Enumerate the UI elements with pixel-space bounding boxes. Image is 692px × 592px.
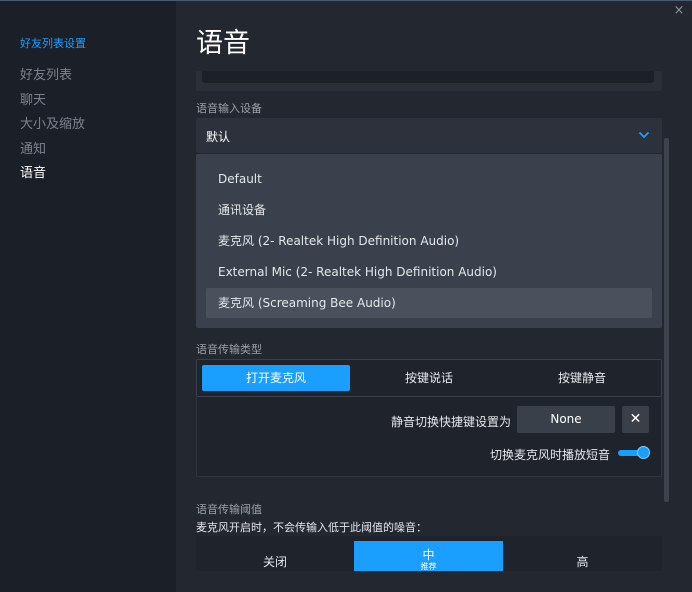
input-device-dropdown: Default 通讯设备 麦克风 (2- Realtek High Defini… [196,154,662,328]
main-content: 语音 × 语音输入设备 默认 Default 通讯设备 麦克风 (2- Real… [176,1,692,592]
threshold-description: 麦克风开启时，不会传输入低于此阈值的噪音： [196,521,427,534]
transmission-push-to-talk-button[interactable]: 按键说话 [355,365,503,391]
transmission-type-label: 语音传输类型 [196,343,262,356]
page-title: 语音 [196,28,250,59]
dropdown-option-external-mic[interactable]: External Mic (2- Realtek High Definition… [206,257,652,287]
input-device-selected-value: 默认 [206,130,231,144]
threshold-recommended-label: 推荐 [420,562,437,571]
threshold-medium-label: 中 [422,548,435,562]
transmission-open-mic-button[interactable]: 打开麦克风 [202,365,350,391]
previous-section-panel [196,71,662,91]
sidebar-section-title: 好友列表设置 [20,37,86,50]
sidebar: 好友列表设置 好友列表 聊天 大小及缩放 通知 语音 [0,1,176,592]
sidebar-item-size-scaling[interactable]: 大小及缩放 [20,113,85,132]
threshold-off-button[interactable]: 关闭 [196,542,354,572]
threshold-off-label: 关闭 [262,555,287,569]
sidebar-item-friends-list[interactable]: 好友列表 [20,64,72,83]
threshold-medium-button[interactable]: 中 推荐 [354,541,503,575]
dropdown-option-realtek-mic[interactable]: 麦克风 (2- Realtek High Definition Audio) [206,226,652,256]
scrollbar[interactable] [664,138,669,502]
mute-hotkey-label: 静音切换快捷键设置为 [391,415,512,429]
clear-hotkey-icon[interactable]: ✕ [622,406,649,433]
sidebar-item-chat[interactable]: 聊天 [20,89,46,108]
sidebar-item-notifications[interactable]: 通知 [20,138,46,157]
dropdown-option-communications[interactable]: 通讯设备 [206,195,652,225]
dropdown-option-default[interactable]: Default [206,164,652,194]
dropdown-option-screaming-bee[interactable]: 麦克风 (Screaming Bee Audio) [206,288,652,318]
chevron-down-icon [638,131,650,139]
transmission-type-segmented: 打开麦克风 按键说话 按键静音 [196,359,662,397]
input-device-label: 语音输入设备 [196,102,262,115]
input-device-select[interactable]: 默认 [196,118,662,153]
content-bottom-strip [176,571,692,592]
threshold-high-button[interactable]: 高 [503,542,662,572]
toggle-knob [637,446,650,459]
threshold-label: 语音传输阈值 [196,503,262,516]
toggle-sound-label: 切换麦克风时播放短音 [490,448,611,462]
transmission-options-panel: 静音切换快捷键设置为 None ✕ 切换麦克风时播放短音 [196,397,662,477]
toggle-sound-switch[interactable] [618,446,650,459]
mute-hotkey-button[interactable]: None [517,406,615,433]
previous-section-bar [202,71,654,83]
sidebar-item-voice[interactable]: 语音 [20,162,46,181]
threshold-segmented: 关闭 中 推荐 高 [196,536,662,575]
threshold-high-label: 高 [576,555,589,569]
close-icon[interactable]: × [672,4,686,18]
transmission-push-to-mute-button[interactable]: 按键静音 [508,365,656,391]
